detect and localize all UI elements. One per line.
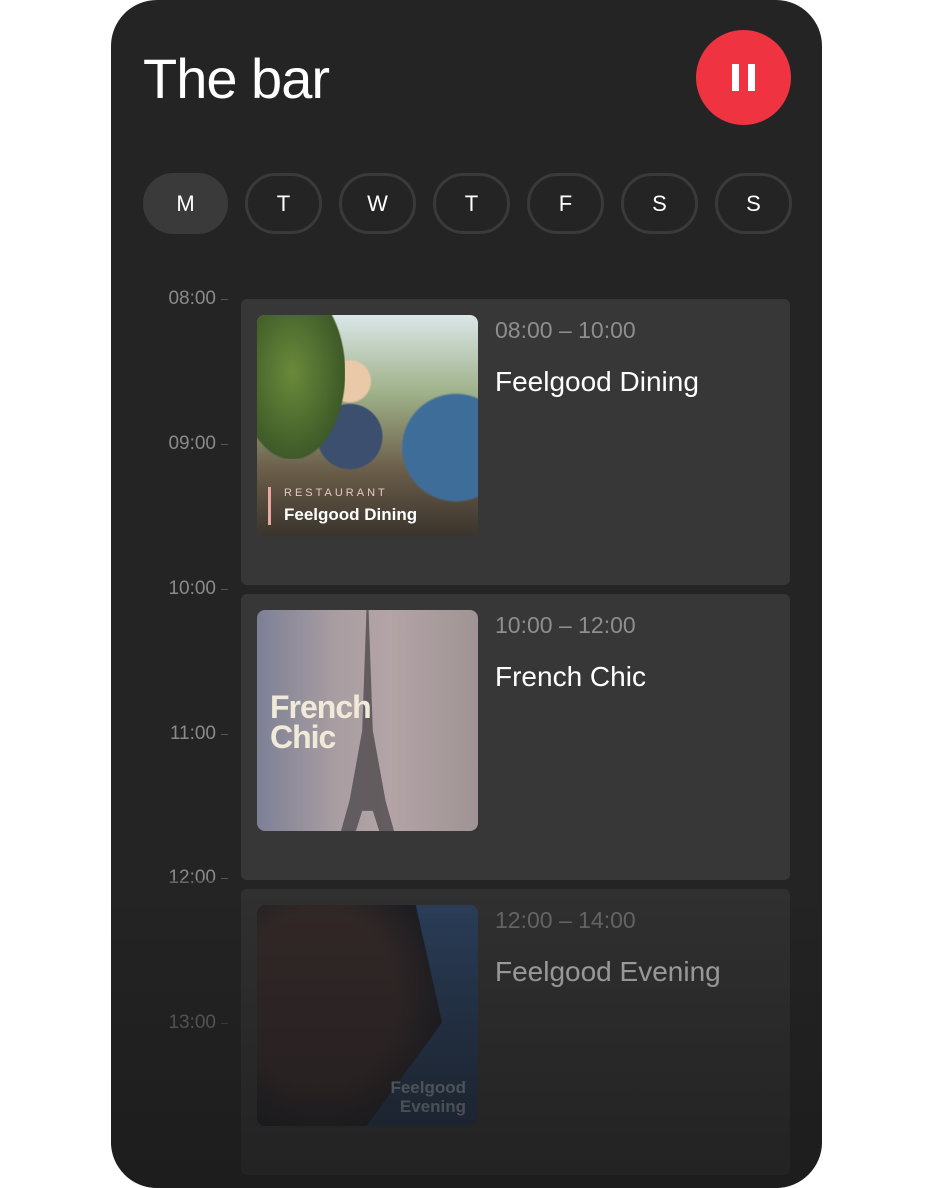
slot-time: 10:00 – 12:00 xyxy=(495,612,636,638)
day-saturday[interactable]: S xyxy=(621,173,698,234)
playlist-artwork: RESTAURANT Feelgood Dining xyxy=(257,315,478,536)
day-monday[interactable]: M xyxy=(143,173,228,234)
time-label: 09:00 xyxy=(111,433,228,455)
schedule-screen: The bar M T W T F S S 08:00 09:00 10:00 … xyxy=(111,0,822,1188)
page-title: The bar xyxy=(143,47,330,110)
slot-french-chic[interactable]: French Chic 10:00 – 12:00 French Chic xyxy=(241,594,790,880)
time-label: 10:00 xyxy=(111,578,228,600)
slot-feelgood-dining[interactable]: RESTAURANT Feelgood Dining 08:00 – 10:00… xyxy=(241,299,790,585)
artwork-title: Feelgood Evening xyxy=(390,1078,466,1116)
playlist-artwork: French Chic xyxy=(257,610,478,831)
day-sunday[interactable]: S xyxy=(715,173,792,234)
playlist-artwork: Feelgood Evening xyxy=(257,905,478,1126)
artwork-caption: RESTAURANT Feelgood Dining xyxy=(268,487,417,525)
day-wednesday[interactable]: W xyxy=(339,173,416,234)
pause-button[interactable] xyxy=(696,30,791,125)
day-thursday[interactable]: T xyxy=(433,173,510,234)
time-label: 13:00 xyxy=(111,1012,228,1034)
day-selector: M T W T F S S xyxy=(143,173,792,234)
day-friday[interactable]: F xyxy=(527,173,604,234)
slot-feelgood-evening[interactable]: Feelgood Evening 12:00 – 14:00 Feelgood … xyxy=(241,889,790,1175)
time-label: 12:00 xyxy=(111,867,228,889)
time-label: 08:00 xyxy=(111,288,228,310)
slot-name: Feelgood Evening xyxy=(495,956,721,987)
artwork-title: French Chic xyxy=(270,689,372,755)
slot-name: Feelgood Dining xyxy=(495,366,699,397)
time-label: 11:00 xyxy=(111,723,228,745)
artwork-category: RESTAURANT xyxy=(284,487,388,499)
slot-name: French Chic xyxy=(495,661,646,692)
slot-time: 08:00 – 10:00 xyxy=(495,317,636,343)
artwork-title: Feelgood Dining xyxy=(284,505,418,524)
slot-time: 12:00 – 14:00 xyxy=(495,907,636,933)
day-tuesday[interactable]: T xyxy=(245,173,322,234)
